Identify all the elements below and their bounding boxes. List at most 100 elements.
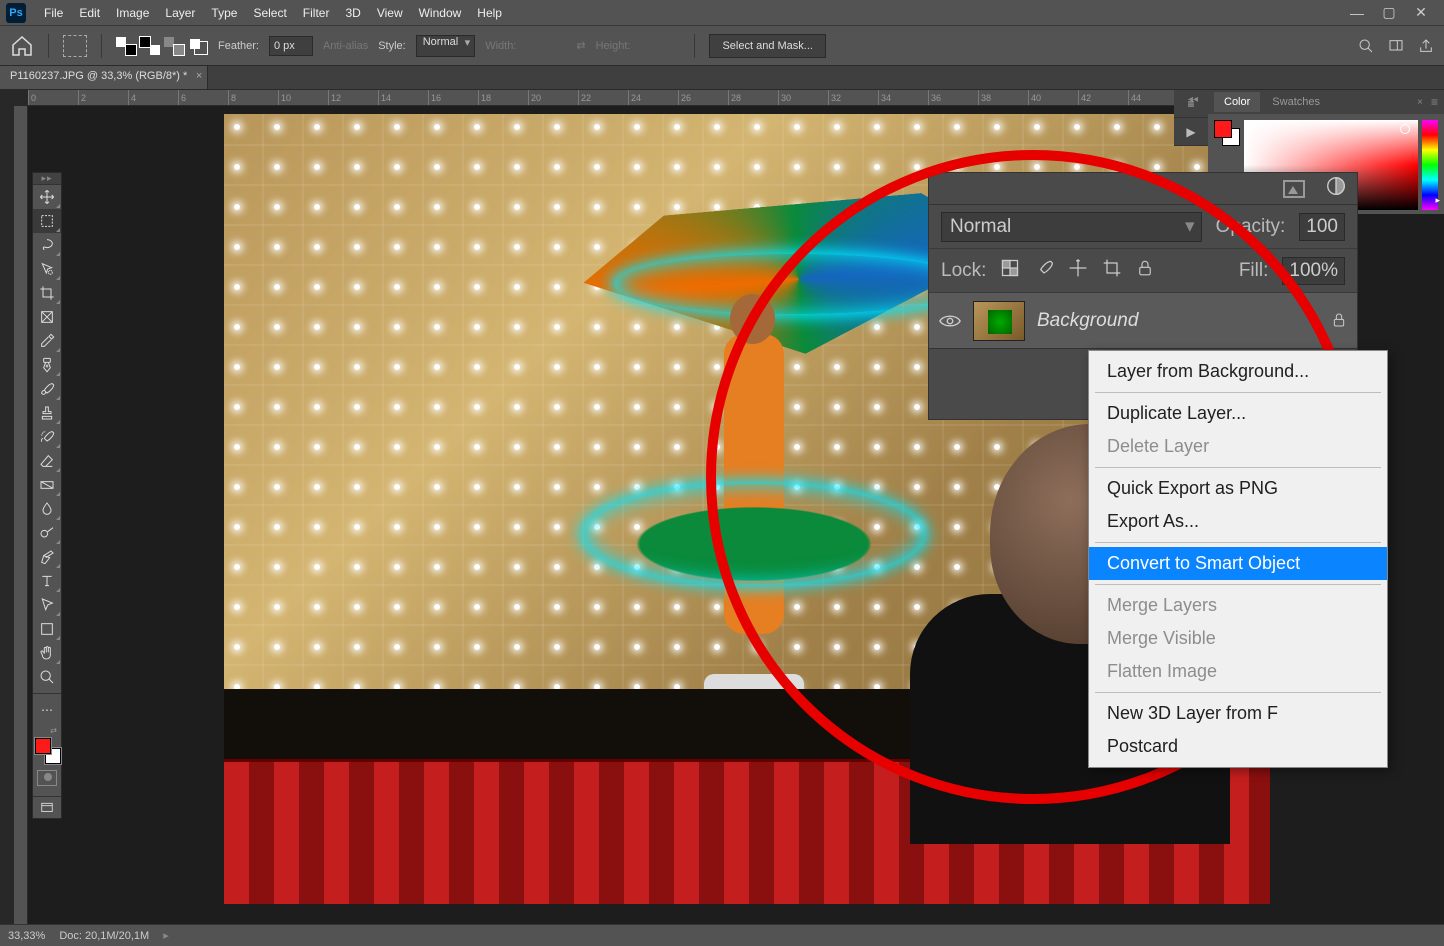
lasso-tool[interactable] xyxy=(33,233,61,257)
swatches-tab[interactable]: Swatches xyxy=(1262,92,1330,112)
color-picker[interactable] xyxy=(35,738,61,764)
lock-label: Lock: xyxy=(941,260,986,282)
type-tool[interactable] xyxy=(33,569,61,593)
hue-slider[interactable] xyxy=(1422,120,1438,210)
path-select-tool[interactable] xyxy=(33,593,61,617)
stamp-tool[interactable] xyxy=(33,401,61,425)
opacity-label: Opacity: xyxy=(1216,216,1286,238)
status-bar: 33,33% Doc: 20,1M/20,1M ▸ xyxy=(0,924,1444,946)
ctx-item-8[interactable]: Convert to Smart Object xyxy=(1089,547,1387,580)
layer-thumbnail[interactable] xyxy=(973,301,1025,341)
share-icon[interactable] xyxy=(1418,38,1434,54)
app-logo: Ps xyxy=(6,3,26,23)
select-and-mask-button[interactable]: Select and Mask... xyxy=(709,34,826,58)
fill-label: Fill: xyxy=(1239,260,1269,282)
marquee-tool[interactable] xyxy=(33,209,61,233)
history-brush-tool[interactable] xyxy=(33,425,61,449)
eraser-tool[interactable] xyxy=(33,449,61,473)
shape-tool[interactable] xyxy=(33,617,61,641)
color-tab[interactable]: Color xyxy=(1214,92,1260,112)
document-tabs: P1160237.JPG @ 33,3% (RGB/8*) * × xyxy=(0,66,1444,90)
move-tool[interactable] xyxy=(33,185,61,209)
maximize-button[interactable]: ▢ xyxy=(1382,6,1396,20)
ctx-item-14[interactable]: New 3D Layer from F xyxy=(1089,697,1387,730)
feather-input[interactable] xyxy=(269,36,313,56)
style-select[interactable]: Normal xyxy=(416,35,475,57)
menu-image[interactable]: Image xyxy=(108,2,157,24)
layer-row-background[interactable]: Background xyxy=(929,293,1357,349)
zoom-level[interactable]: 33,33% xyxy=(8,930,45,942)
menu-layer[interactable]: Layer xyxy=(157,2,203,24)
menu-type[interactable]: Type xyxy=(203,2,245,24)
quick-mask-toggle[interactable] xyxy=(37,770,57,786)
fill-input[interactable]: 100% xyxy=(1282,257,1345,285)
workspace-icon[interactable] xyxy=(1388,38,1404,54)
ctx-item-2[interactable]: Duplicate Layer... xyxy=(1089,397,1387,430)
menu-3d[interactable]: 3D xyxy=(337,2,368,24)
lock-position-icon[interactable] xyxy=(1068,258,1088,284)
ctx-item-15[interactable]: Postcard xyxy=(1089,730,1387,763)
layer-name[interactable]: Background xyxy=(1037,310,1319,332)
ctx-item-0[interactable]: Layer from Background... xyxy=(1089,355,1387,388)
new-selection-icon[interactable] xyxy=(116,37,136,55)
filter-adjustment-icon[interactable] xyxy=(1325,175,1347,203)
menu-filter[interactable]: Filter xyxy=(295,2,338,24)
hand-tool[interactable] xyxy=(33,641,61,665)
swap-colors-icon[interactable]: ⇄ xyxy=(35,726,59,736)
layer-lock-icon[interactable] xyxy=(1331,312,1347,330)
quick-select-tool[interactable] xyxy=(33,257,61,281)
color-panel-swatch[interactable] xyxy=(1214,120,1240,146)
menu-view[interactable]: View xyxy=(369,2,411,24)
menu-window[interactable]: Window xyxy=(411,2,470,24)
ctx-item-10: Merge Layers xyxy=(1089,589,1387,622)
opacity-input[interactable]: 100 xyxy=(1299,213,1345,241)
dodge-tool[interactable] xyxy=(33,521,61,545)
intersect-selection-icon[interactable] xyxy=(188,37,208,55)
style-label: Style: xyxy=(378,40,406,52)
search-icon[interactable] xyxy=(1358,38,1374,54)
doc-info-menu-icon[interactable]: ▸ xyxy=(163,929,169,942)
frame-tool[interactable] xyxy=(33,305,61,329)
toolbox-handle[interactable]: ▸▸ xyxy=(33,173,61,185)
add-selection-icon[interactable] xyxy=(140,37,160,55)
screen-mode-icon[interactable] xyxy=(33,796,61,818)
pen-tool[interactable] xyxy=(33,545,61,569)
gradient-tool[interactable] xyxy=(33,473,61,497)
doc-info[interactable]: Doc: 20,1M/20,1M xyxy=(59,930,149,942)
minimize-button[interactable]: — xyxy=(1350,6,1364,20)
home-button[interactable] xyxy=(10,35,34,57)
menu-select[interactable]: Select xyxy=(245,2,294,24)
close-panel-icon[interactable]: × xyxy=(1417,97,1423,108)
lock-all-icon[interactable] xyxy=(1136,258,1154,284)
selection-mode-icons[interactable] xyxy=(116,37,208,55)
menu-edit[interactable]: Edit xyxy=(71,2,108,24)
close-tab-icon[interactable]: × xyxy=(196,70,202,82)
document-tab[interactable]: P1160237.JPG @ 33,3% (RGB/8*) * × xyxy=(0,66,208,89)
lock-transparency-icon[interactable] xyxy=(1000,258,1020,284)
lock-pixels-icon[interactable] xyxy=(1034,258,1054,284)
collapse-panel-icon[interactable]: ◂◂ xyxy=(1188,94,1198,105)
brush-tool[interactable] xyxy=(33,377,61,401)
foreground-color-swatch[interactable] xyxy=(35,738,51,754)
edit-toolbar-icon[interactable]: ⋯ xyxy=(33,698,61,722)
close-window-button[interactable]: ✕ xyxy=(1414,6,1428,20)
lock-artboard-icon[interactable] xyxy=(1102,258,1122,284)
blend-mode-select[interactable]: Normal xyxy=(941,212,1202,242)
filter-image-icon[interactable] xyxy=(1283,180,1305,198)
tool-preset-icon[interactable] xyxy=(63,35,87,57)
crop-tool[interactable] xyxy=(33,281,61,305)
ctx-item-6[interactable]: Export As... xyxy=(1089,505,1387,538)
eyedropper-tool[interactable] xyxy=(33,329,61,353)
ctx-item-5[interactable]: Quick Export as PNG xyxy=(1089,472,1387,505)
panel-menu-icon[interactable]: ≡ xyxy=(1431,95,1438,109)
zoom-tool[interactable] xyxy=(33,665,61,689)
menu-help[interactable]: Help xyxy=(469,2,510,24)
visibility-toggle-icon[interactable] xyxy=(939,313,961,329)
healing-tool[interactable] xyxy=(33,353,61,377)
blur-tool[interactable] xyxy=(33,497,61,521)
width-label: Width: xyxy=(485,40,516,52)
subtract-selection-icon[interactable] xyxy=(164,37,184,55)
menu-file[interactable]: File xyxy=(36,2,71,24)
dock-play-icon[interactable]: ▶ xyxy=(1174,118,1208,146)
antialias-label: Anti-alias xyxy=(323,40,368,52)
